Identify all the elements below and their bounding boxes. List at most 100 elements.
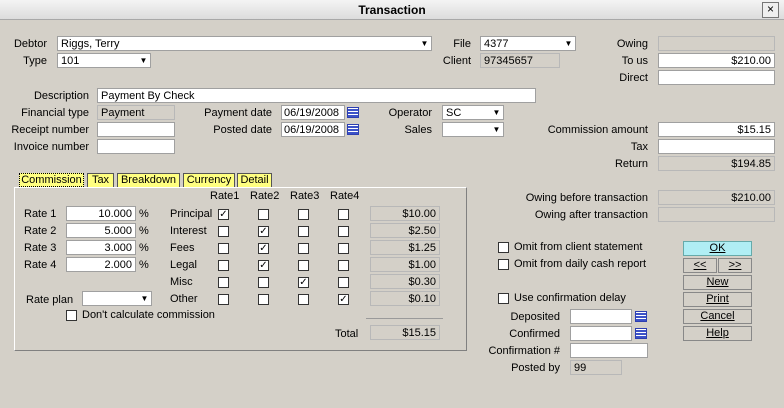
- new-button[interactable]: New: [683, 275, 752, 290]
- rate-2-input[interactable]: 5.000: [66, 223, 136, 238]
- calendar-icon[interactable]: [347, 107, 359, 118]
- rate1-misc-checkbox[interactable]: [218, 277, 229, 288]
- confirmation-number-input[interactable]: [570, 343, 648, 358]
- total-label: Total: [335, 328, 359, 340]
- rate1-principal-checkbox[interactable]: ✓: [218, 209, 229, 220]
- calendar-icon[interactable]: [635, 328, 647, 339]
- omit-daily-cash-label: Omit from daily cash report: [514, 258, 647, 270]
- new-button-label: New: [706, 276, 729, 288]
- help-button-label: Help: [706, 327, 729, 339]
- rate-4-input[interactable]: 2.000: [66, 257, 136, 272]
- rate1-other-checkbox[interactable]: [218, 294, 229, 305]
- tab-currency[interactable]: Currency: [183, 173, 235, 187]
- rate4-fees-checkbox[interactable]: [338, 243, 349, 254]
- row-amount-other: $0.10: [370, 291, 440, 306]
- print-button-label: Print: [706, 293, 729, 305]
- rate-plan-select[interactable]: ▼: [82, 291, 152, 306]
- use-confirmation-delay-checkbox[interactable]: [498, 293, 509, 304]
- confirmed-input[interactable]: [570, 326, 632, 341]
- sales-select[interactable]: ▼: [442, 122, 504, 137]
- owing-after-value: [658, 207, 775, 222]
- omit-client-statement-checkbox[interactable]: [498, 242, 509, 253]
- rate3-misc-checkbox[interactable]: ✓: [298, 277, 309, 288]
- omit-client-statement-label: Omit from client statement: [514, 241, 643, 253]
- print-button[interactable]: Print: [683, 292, 752, 307]
- receipt-number-label: Receipt number: [11, 124, 89, 136]
- dont-calc-checkbox[interactable]: [66, 310, 77, 321]
- help-button[interactable]: Help: [683, 326, 752, 341]
- rate2-legal-checkbox[interactable]: ✓: [258, 260, 269, 271]
- rate2-misc-checkbox[interactable]: [258, 277, 269, 288]
- tab-detail[interactable]: Detail: [237, 173, 272, 187]
- chevron-down-icon[interactable]: ▼: [491, 107, 502, 118]
- rate4-interest-checkbox[interactable]: [338, 226, 349, 237]
- direct-label: Direct: [619, 72, 648, 84]
- operator-select[interactable]: SC ▼: [442, 105, 504, 120]
- direct-input[interactable]: [658, 70, 775, 85]
- description-label: Description: [33, 90, 89, 102]
- rate3-interest-checkbox[interactable]: [298, 226, 309, 237]
- cancel-button-label: Cancel: [700, 310, 735, 322]
- deposited-input[interactable]: [570, 309, 632, 324]
- to-us-input[interactable]: $210.00: [658, 53, 775, 68]
- ok-button-label: OK: [709, 242, 726, 254]
- rate3-principal-checkbox[interactable]: [298, 209, 309, 220]
- chevron-down-icon[interactable]: ▼: [139, 293, 150, 304]
- invoice-number-input[interactable]: [97, 139, 175, 154]
- next-button-label: >>: [728, 259, 742, 271]
- payment-date-input[interactable]: 06/19/2008: [281, 105, 345, 120]
- tax-input[interactable]: [658, 139, 775, 154]
- commission-amount-input[interactable]: $15.15: [658, 122, 775, 137]
- row-label-misc: Misc: [170, 276, 193, 288]
- rate4-legal-checkbox[interactable]: [338, 260, 349, 271]
- cancel-button[interactable]: Cancel: [683, 309, 752, 324]
- rate1-fees-checkbox[interactable]: [218, 243, 229, 254]
- rate2-principal-checkbox[interactable]: [258, 209, 269, 220]
- invoice-number-label: Invoice number: [13, 141, 89, 153]
- rate1-legal-checkbox[interactable]: [218, 260, 229, 271]
- tab-tax[interactable]: Tax: [87, 173, 114, 187]
- rate2-other-checkbox[interactable]: [258, 294, 269, 305]
- previous-button[interactable]: <<: [683, 258, 717, 273]
- calendar-icon[interactable]: [347, 124, 359, 135]
- description-input[interactable]: Payment By Check: [97, 88, 536, 103]
- calendar-icon[interactable]: [635, 311, 647, 322]
- rate3-other-checkbox[interactable]: [298, 294, 309, 305]
- receipt-number-input[interactable]: [97, 122, 175, 137]
- rate4-other-checkbox[interactable]: ✓: [338, 294, 349, 305]
- percent-sign: %: [139, 242, 149, 254]
- rate3-column-header: Rate3: [290, 190, 320, 202]
- rate4-principal-checkbox[interactable]: [338, 209, 349, 220]
- rate4-misc-checkbox[interactable]: [338, 277, 349, 288]
- owing-value: [658, 36, 775, 51]
- next-button[interactable]: >>: [718, 258, 752, 273]
- rate3-legal-checkbox[interactable]: [298, 260, 309, 271]
- rate2-fees-checkbox[interactable]: ✓: [258, 243, 269, 254]
- tax-label: Tax: [630, 141, 648, 153]
- rate-1-input[interactable]: 10.000: [66, 206, 136, 221]
- previous-button-label: <<: [693, 259, 707, 271]
- tab-commission[interactable]: Commission: [19, 173, 84, 187]
- rate1-interest-checkbox[interactable]: [218, 226, 229, 237]
- type-select[interactable]: 101 ▼: [57, 53, 151, 68]
- chevron-down-icon[interactable]: ▼: [419, 38, 430, 49]
- tab-breakdown[interactable]: Breakdown: [117, 173, 180, 187]
- omit-daily-cash-checkbox[interactable]: [498, 259, 509, 270]
- rate-3-input[interactable]: 3.000: [66, 240, 136, 255]
- rate1-column-header: Rate1: [210, 190, 240, 202]
- file-select[interactable]: 4377 ▼: [480, 36, 576, 51]
- rate3-fees-checkbox[interactable]: [298, 243, 309, 254]
- owing-label: Owing: [616, 38, 648, 50]
- rate2-interest-checkbox[interactable]: ✓: [258, 226, 269, 237]
- debtor-select[interactable]: Riggs, Terry ▼: [57, 36, 432, 51]
- posted-by-label: Posted by: [511, 362, 560, 374]
- chevron-down-icon[interactable]: ▼: [138, 55, 149, 66]
- total-divider: [366, 318, 443, 319]
- close-button[interactable]: ×: [762, 2, 779, 18]
- row-label-principal: Principal: [170, 208, 213, 220]
- chevron-down-icon[interactable]: ▼: [491, 124, 502, 135]
- posted-date-input[interactable]: 06/19/2008: [281, 122, 345, 137]
- chevron-down-icon[interactable]: ▼: [563, 38, 574, 49]
- ok-button[interactable]: OK: [683, 241, 752, 256]
- file-value: 4377: [484, 38, 509, 50]
